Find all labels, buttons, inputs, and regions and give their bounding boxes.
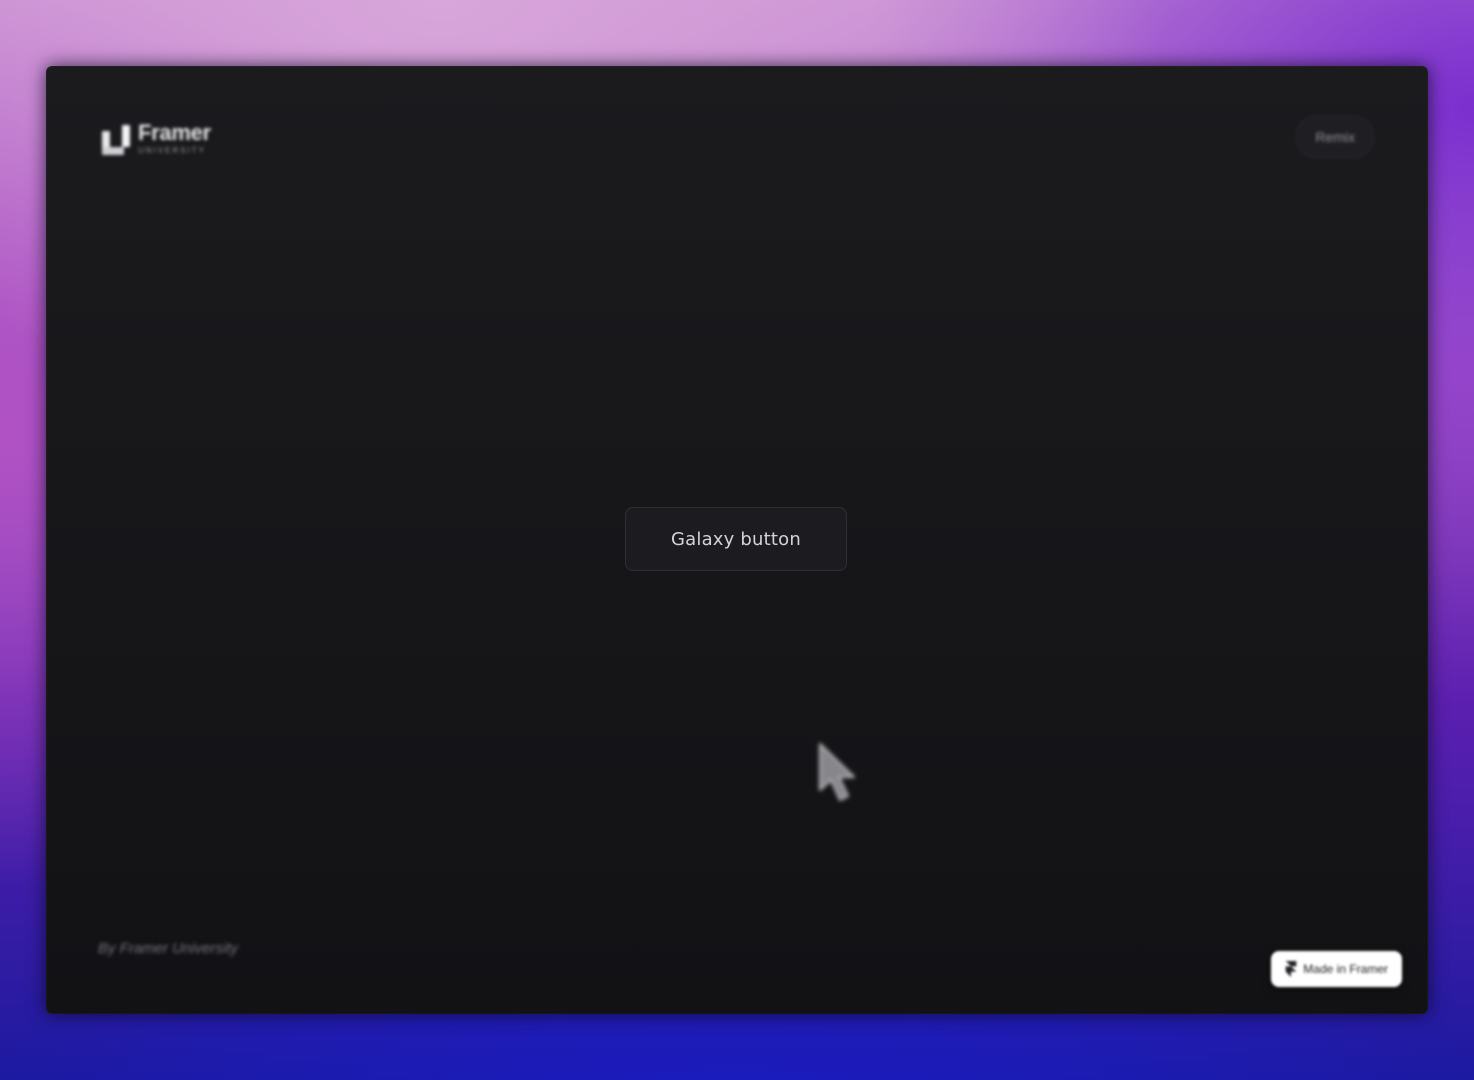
university-logo-icon (98, 121, 132, 155)
made-in-framer-badge[interactable]: Made in Framer (1271, 951, 1402, 987)
galaxy-button[interactable]: Galaxy button (625, 507, 847, 571)
logo-text: Framer UNIVERSITY (138, 119, 211, 155)
made-in-framer-label: Made in Framer (1303, 962, 1388, 976)
framer-university-logo[interactable]: Framer UNIVERSITY (98, 118, 211, 158)
footer-credit[interactable]: By Framer University (98, 940, 238, 957)
framer-icon (1285, 961, 1297, 977)
preview-frame: Framer UNIVERSITY Remix Galaxy button By… (46, 66, 1428, 1014)
logo-name: Framer (138, 119, 211, 145)
logo-subtitle: UNIVERSITY (138, 145, 207, 155)
mouse-cursor-icon (819, 743, 855, 801)
remix-button[interactable]: Remix (1296, 116, 1374, 158)
